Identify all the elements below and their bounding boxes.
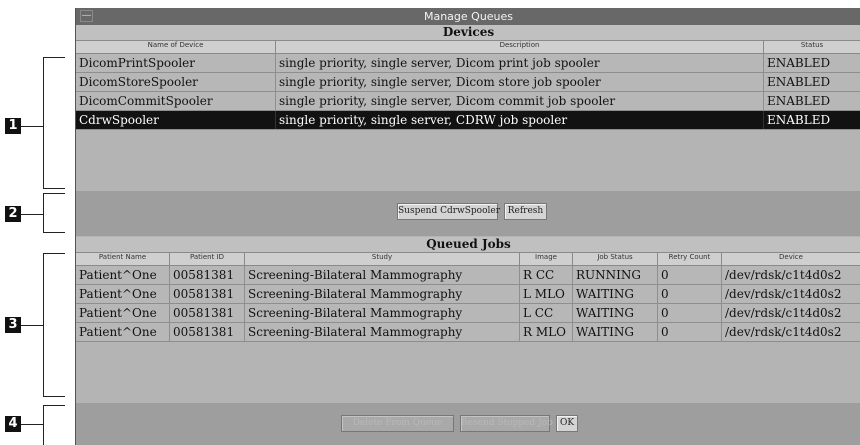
device-name: DicomPrintSpooler (76, 54, 276, 72)
job-image: R MLO (520, 323, 573, 341)
job-patient-id: 00581381 (170, 285, 245, 303)
device-row-selected[interactable]: CdrwSpooler single priority, single serv… (76, 111, 860, 130)
device-status: ENABLED (764, 111, 860, 129)
job-patient-name: Patient^One (76, 266, 170, 284)
job-patient-id: 00581381 (170, 304, 245, 322)
job-retry-count: 0 (658, 323, 722, 341)
job-patient-id: 00581381 (170, 266, 245, 284)
job-status: WAITING (573, 285, 658, 303)
device-name: DicomStoreSpooler (76, 73, 276, 91)
refresh-button[interactable]: Refresh (504, 203, 547, 220)
job-status: WAITING (573, 323, 658, 341)
window-title: Manage Queues (423, 10, 514, 23)
job-row[interactable]: Patient^One 00581381 Screening-Bilateral… (76, 304, 860, 323)
job-device: /dev/rdsk/c1t4d0s2 (722, 285, 860, 303)
device-row[interactable]: DicomPrintSpooler single priority, singl… (76, 54, 860, 73)
job-status: RUNNING (573, 266, 658, 284)
job-patient-name: Patient^One (76, 304, 170, 322)
device-status: ENABLED (764, 92, 860, 110)
callout-4: 4 (5, 416, 21, 432)
ok-button[interactable]: OK (556, 415, 578, 432)
delete-from-queue-button[interactable]: Delete From Queue (341, 415, 454, 432)
callout-3-leader (21, 325, 43, 326)
job-row[interactable]: Patient^One 00581381 Screening-Bilateral… (76, 323, 860, 342)
suspend-device-button[interactable]: Suspend CdrwSpooler (397, 203, 500, 220)
device-name: DicomCommitSpooler (76, 92, 276, 110)
devices-list: DicomPrintSpooler single priority, singl… (76, 54, 860, 130)
job-study: Screening-Bilateral Mammography (245, 304, 520, 322)
callout-2-bracket-bottom (43, 232, 65, 233)
device-status: ENABLED (764, 73, 860, 91)
job-image: L MLO (520, 285, 573, 303)
callout-2-bracket (43, 193, 44, 233)
jobs-section-title: Queued Jobs (76, 237, 860, 252)
callout-3: 3 (5, 317, 21, 333)
device-description: single priority, single server, Dicom pr… (276, 54, 764, 72)
col-header-description[interactable]: Description (276, 41, 764, 53)
job-retry-count: 0 (658, 304, 722, 322)
job-status: WAITING (573, 304, 658, 322)
callout-1-bracket-top (43, 57, 65, 58)
job-actions-bar: Delete From Queue Resend Stopped Job OK (76, 403, 860, 445)
callout-4-bracket (43, 405, 44, 445)
job-device: /dev/rdsk/c1t4d0s2 (722, 304, 860, 322)
device-actions-bar: Suspend CdrwSpooler Refresh (76, 191, 860, 236)
device-name: CdrwSpooler (76, 111, 276, 129)
col-header-patient-id[interactable]: Patient ID (170, 253, 245, 265)
job-row[interactable]: Patient^One 00581381 Screening-Bilateral… (76, 266, 860, 285)
callout-1-bracket (43, 57, 44, 189)
resend-stopped-job-button[interactable]: Resend Stopped Job (460, 415, 553, 432)
callout-3-bracket-top (43, 253, 65, 254)
devices-section-title: Devices (76, 25, 860, 40)
col-header-study[interactable]: Study (245, 253, 520, 265)
callout-2-leader (21, 214, 43, 215)
device-description: single priority, single server, Dicom st… (276, 73, 764, 91)
title-bar: — Manage Queues (76, 8, 860, 25)
jobs-header: Patient Name Patient ID Study Image Job … (76, 252, 860, 266)
job-study: Screening-Bilateral Mammography (245, 266, 520, 284)
job-device: /dev/rdsk/c1t4d0s2 (722, 323, 860, 341)
callout-1-leader (21, 126, 43, 127)
col-header-retry-count[interactable]: Retry Count (658, 253, 722, 265)
job-patient-id: 00581381 (170, 323, 245, 341)
job-patient-name: Patient^One (76, 323, 170, 341)
device-description: single priority, single server, CDRW job… (276, 111, 764, 129)
job-study: Screening-Bilateral Mammography (245, 323, 520, 341)
col-header-image[interactable]: Image (520, 253, 573, 265)
callout-4-leader (21, 424, 43, 425)
callout-2: 2 (5, 206, 21, 222)
job-retry-count: 0 (658, 285, 722, 303)
job-study: Screening-Bilateral Mammography (245, 285, 520, 303)
callout-1-bracket-bottom (43, 188, 65, 189)
manage-queues-window: — Manage Queues Devices Name of Device D… (75, 8, 860, 445)
device-row[interactable]: DicomCommitSpooler single priority, sing… (76, 92, 860, 111)
col-header-device[interactable]: Device (722, 253, 860, 265)
job-row[interactable]: Patient^One 00581381 Screening-Bilateral… (76, 285, 860, 304)
job-retry-count: 0 (658, 266, 722, 284)
device-description: single priority, single server, Dicom co… (276, 92, 764, 110)
callout-4-bracket-top (43, 405, 65, 406)
jobs-list: Patient^One 00581381 Screening-Bilateral… (76, 266, 860, 342)
callout-3-bracket (43, 253, 44, 397)
job-image: L CC (520, 304, 573, 322)
callout-1: 1 (5, 118, 21, 134)
device-status: ENABLED (764, 54, 860, 72)
device-row[interactable]: DicomStoreSpooler single priority, singl… (76, 73, 860, 92)
window-menu-button[interactable]: — (80, 10, 93, 22)
col-header-job-status[interactable]: Job Status (573, 253, 658, 265)
devices-header: Name of Device Description Status (76, 40, 860, 54)
job-patient-name: Patient^One (76, 285, 170, 303)
col-header-name-of-device[interactable]: Name of Device (76, 41, 276, 53)
callout-2-bracket-top (43, 193, 65, 194)
job-device: /dev/rdsk/c1t4d0s2 (722, 266, 860, 284)
col-header-patient-name[interactable]: Patient Name (76, 253, 170, 265)
job-image: R CC (520, 266, 573, 284)
col-header-status[interactable]: Status (764, 41, 860, 53)
callout-3-bracket-bottom (43, 396, 65, 397)
